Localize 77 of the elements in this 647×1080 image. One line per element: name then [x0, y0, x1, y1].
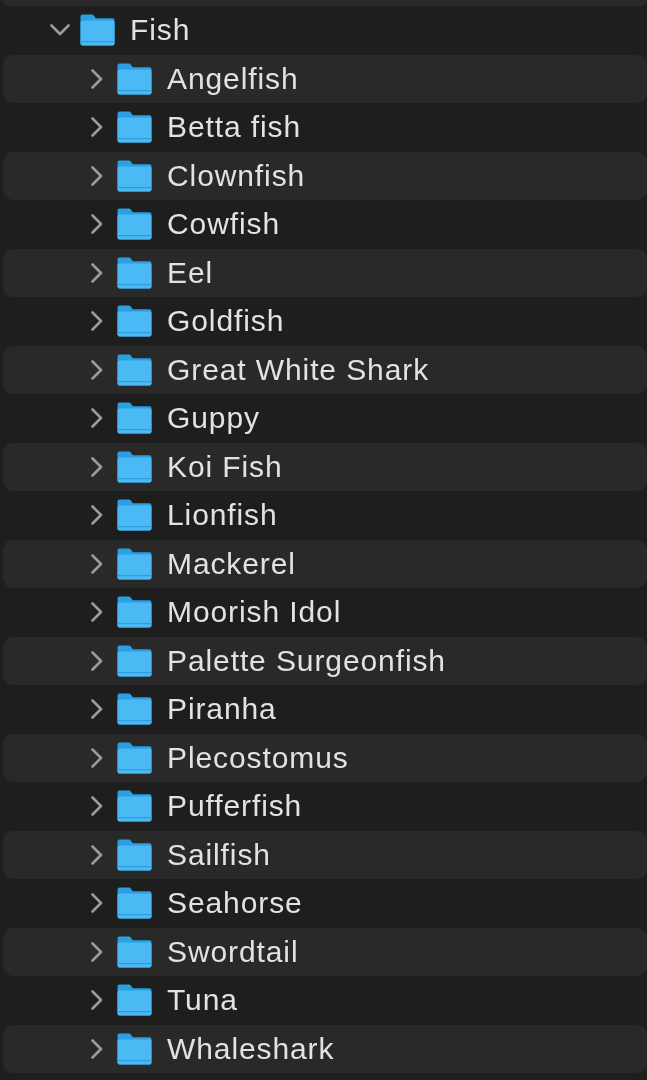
folder-name: Eel	[167, 254, 214, 291]
chevron-right-icon[interactable]	[91, 68, 103, 89]
chevron-right-icon[interactable]	[91, 553, 103, 574]
folder-icon	[117, 402, 152, 435]
folder-name: Lionfish	[167, 497, 278, 534]
folder-icon	[117, 644, 152, 677]
folder-name: Sailfish	[167, 836, 271, 873]
folder-icon	[117, 62, 152, 95]
folder-name: Tuna	[167, 982, 238, 1019]
folder-name: Plecostomus	[167, 739, 349, 776]
folder-name: Koi Fish	[167, 448, 283, 485]
folder-icon	[117, 256, 152, 289]
folder-name: Mackerel	[167, 545, 296, 582]
folder-icon	[117, 741, 152, 774]
folder-name: Moorish Idol	[167, 594, 342, 631]
chevron-right-icon[interactable]	[91, 311, 103, 332]
folder-icon	[117, 790, 152, 823]
folder-icon	[117, 305, 152, 338]
folder-icon	[117, 111, 152, 144]
chevron-right-icon[interactable]	[91, 262, 103, 283]
chevron-right-icon[interactable]	[91, 844, 103, 865]
chevron-right-icon[interactable]	[91, 893, 103, 914]
chevron-right-icon[interactable]	[91, 990, 103, 1011]
list-row[interactable]: Swordtail	[3, 927, 647, 976]
folder-icon	[117, 353, 152, 386]
folder-icon	[117, 596, 152, 629]
folder-name: Pufferfish	[167, 788, 303, 825]
chevron-right-icon[interactable]	[91, 1038, 103, 1059]
chevron-right-icon[interactable]	[91, 650, 103, 671]
folder-icon	[117, 159, 152, 192]
folder-icon	[117, 693, 152, 726]
folder-name: Guppy	[167, 400, 260, 437]
folder-name: Swordtail	[167, 933, 299, 970]
list-row[interactable]: Whaleshark	[3, 1024, 647, 1073]
folder-name: Great White Shark	[167, 351, 430, 388]
folder-name: Piranha	[167, 691, 277, 728]
list-row[interactable]: Clownfish	[3, 151, 647, 200]
chevron-right-icon[interactable]	[91, 796, 103, 817]
folder-icon	[117, 935, 152, 968]
list-row[interactable]: Sailfish	[3, 830, 647, 879]
chevron-right-icon[interactable]	[91, 165, 103, 186]
folder-icon	[117, 208, 152, 241]
chevron-right-icon[interactable]	[91, 456, 103, 477]
chevron-right-icon[interactable]	[91, 505, 103, 526]
list-row[interactable]: Great White Shark	[3, 345, 647, 394]
chevron-right-icon[interactable]	[91, 602, 103, 623]
list-row[interactable]: Koi Fish	[3, 442, 647, 491]
chevron-right-icon[interactable]	[91, 408, 103, 429]
folder-name: Cowfish	[167, 206, 280, 243]
folder-name: Whaleshark	[167, 1030, 335, 1067]
folder-icon	[117, 450, 152, 483]
folder-name: Betta fish	[167, 109, 302, 146]
list-row[interactable]: Plecostomus	[3, 733, 647, 782]
list-row[interactable]: Eel	[3, 248, 647, 297]
chevron-right-icon[interactable]	[91, 941, 103, 962]
folder-icon	[117, 499, 152, 532]
chevron-right-icon[interactable]	[91, 117, 103, 138]
chevron-right-icon[interactable]	[91, 747, 103, 768]
folder-name: Seahorse	[167, 885, 303, 922]
folder-icon	[117, 838, 152, 871]
folder-icon	[117, 547, 152, 580]
folder-icon	[117, 887, 152, 920]
folder-icon	[117, 1032, 152, 1065]
folder-icon	[117, 984, 152, 1017]
list-row[interactable]: Mackerel	[3, 539, 647, 588]
folder-name: Palette Surgeonfish	[167, 642, 446, 679]
chevron-down-icon[interactable]	[50, 24, 70, 37]
list-row[interactable]: Angelfish	[3, 54, 647, 103]
folder-name: Clownfish	[167, 157, 306, 194]
folder-name: Fish	[130, 12, 191, 49]
list-row[interactable]: Palette Surgeonfish	[3, 636, 647, 685]
chevron-right-icon[interactable]	[91, 214, 103, 235]
chevron-right-icon[interactable]	[91, 359, 103, 380]
folder-name: Angelfish	[167, 60, 299, 97]
chevron-right-icon[interactable]	[91, 699, 103, 720]
folder-icon	[80, 14, 115, 47]
folder-name: Goldfish	[167, 303, 285, 340]
